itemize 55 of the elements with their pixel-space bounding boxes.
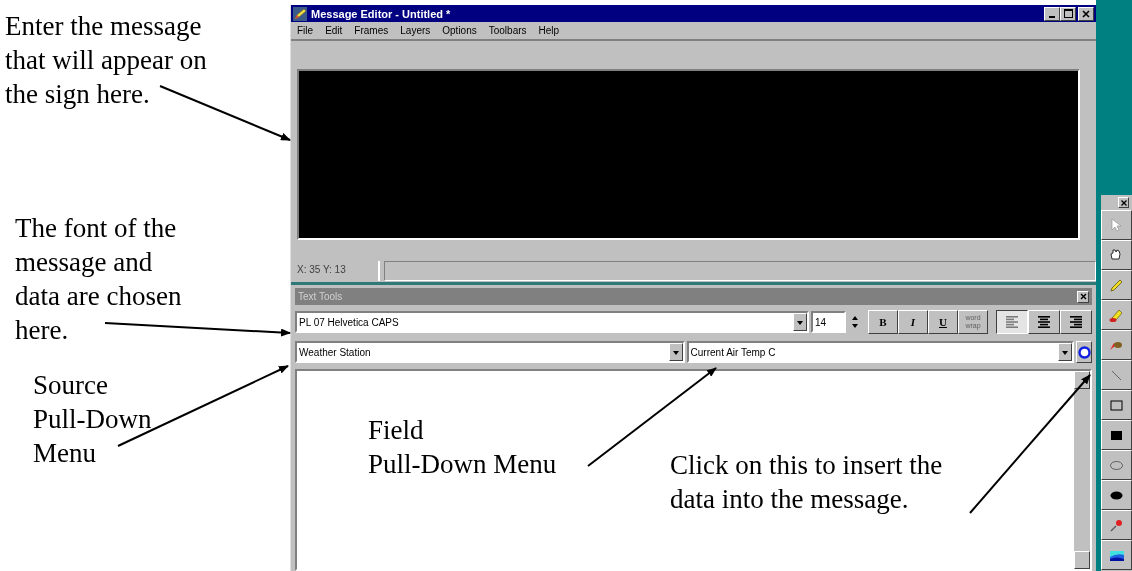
align-left-icon — [1005, 315, 1019, 329]
menu-item[interactable]: Options — [442, 25, 477, 36]
italic-button[interactable]: I — [898, 310, 928, 334]
callout-text: Field Pull-Down Menu — [368, 414, 557, 481]
gradient-tool-button[interactable] — [1101, 540, 1132, 570]
align-right-button[interactable] — [1060, 310, 1092, 334]
align-right-icon — [1069, 315, 1083, 329]
minimize-button[interactable] — [1044, 6, 1060, 21]
callout-text: Enter the message that will appear on the sign here. — [5, 10, 207, 111]
menu-item[interactable]: Frames — [354, 25, 389, 36]
pin-tool-button[interactable] — [1101, 510, 1132, 540]
line-tool-button[interactable] — [1101, 360, 1132, 390]
eraser-tool-button[interactable] — [1101, 300, 1132, 330]
close-icon — [1082, 9, 1090, 18]
scroll-bar[interactable] — [1074, 371, 1090, 569]
close-button[interactable] — [1077, 290, 1089, 303]
maximize-icon — [1063, 9, 1073, 18]
ellipse-tool-button[interactable] — [1101, 450, 1132, 480]
menu-item[interactable]: Layers — [400, 25, 431, 36]
align-center-button[interactable] — [1028, 310, 1060, 334]
pointer-tool-button[interactable] — [1101, 210, 1132, 240]
pencil-icon — [293, 6, 307, 21]
paint-bucket-tool-button[interactable] — [1101, 330, 1132, 360]
close-icon — [1120, 199, 1127, 206]
font-size-field[interactable]: 14 — [811, 311, 847, 333]
align-left-button[interactable] — [996, 310, 1028, 334]
close-button[interactable] — [1078, 6, 1094, 21]
pencil-tool-button[interactable] — [1101, 270, 1132, 300]
sign-preview[interactable] — [297, 69, 1080, 241]
panel-title: Text Tools — [298, 291, 343, 302]
callout-text: Click on this to insert the data into the message. — [670, 449, 943, 516]
circle-icon — [1077, 345, 1091, 359]
close-icon — [1079, 293, 1087, 300]
menu-item[interactable]: Help — [538, 25, 560, 36]
menu-item[interactable]: Edit — [325, 25, 343, 36]
filled-rectangle-tool-button[interactable] — [1101, 420, 1132, 450]
message-text-area[interactable] — [295, 369, 1092, 571]
field-dropdown[interactable]: Current Air Temp C — [686, 341, 1075, 363]
window-title: Message Editor - Untitled * — [311, 7, 452, 20]
hand-tool-button[interactable] — [1101, 240, 1132, 270]
close-button[interactable] — [1118, 197, 1129, 208]
underline-button[interactable]: U — [928, 310, 958, 334]
rectangle-tool-button[interactable] — [1101, 390, 1132, 420]
menu-item[interactable]: Toolbars — [488, 25, 527, 36]
menu-item[interactable]: File — [297, 25, 314, 36]
font-dropdown[interactable]: PL 07 Helvetica CAPS — [295, 311, 810, 333]
minimize-icon — [1049, 15, 1055, 18]
callout-text: The font of the message and data are chosen here. — [15, 212, 182, 347]
align-center-icon — [1037, 315, 1051, 329]
maximize-button[interactable] — [1060, 6, 1076, 21]
callout-text: Source Pull-Down Menu — [33, 369, 152, 470]
filled-ellipse-tool-button[interactable] — [1101, 480, 1132, 510]
source-dropdown[interactable]: Weather Station — [295, 341, 685, 363]
bold-button[interactable]: B — [868, 310, 898, 334]
insert-data-button[interactable] — [1076, 341, 1092, 363]
